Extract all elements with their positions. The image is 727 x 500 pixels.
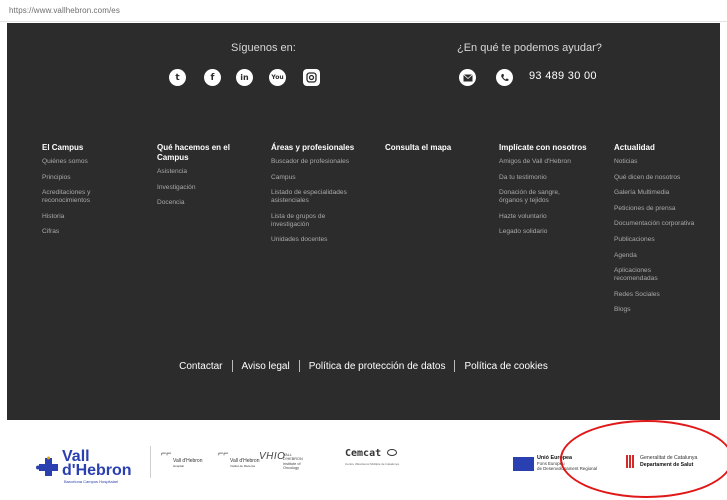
footer-link[interactable]: Hazte voluntario [499, 213, 603, 221]
institute-mark-icon: ⌐⌐ [218, 448, 229, 458]
instagram-icon[interactable] [303, 69, 320, 86]
footer-link[interactable]: Amigos de Vall d'Hebron [499, 158, 603, 166]
footer-link[interactable]: Publicaciones [614, 236, 718, 244]
social-title: Síguenos en: [231, 42, 296, 54]
footer-link[interactable]: Da tu testimonio [499, 174, 603, 182]
footer-link[interactable]: Noticias [614, 158, 718, 166]
phone-icon[interactable] [496, 69, 513, 86]
footer-link[interactable]: Acreditaciones y reconocimientos [42, 189, 112, 205]
column-heading: Implícate con nosotros [499, 143, 587, 152]
hospital-mark-icon: ⌐⌐ [161, 448, 172, 458]
footer-link[interactable]: Agenda [614, 252, 718, 260]
footer-link[interactable]: Listado de especialidades asistenciales [271, 189, 363, 205]
footer-link[interactable]: Docencia [157, 199, 247, 207]
footer-column-campus: El Campus Quiénes somos Principios Acred… [42, 143, 146, 244]
youtube-icon[interactable]: You [269, 69, 286, 86]
url-text: https://www.vallhebron.com/es [9, 6, 120, 15]
cemcat-mark-icon [387, 449, 398, 456]
footer-link[interactable]: Aplicaciones recomendadas [614, 267, 674, 283]
footer-column-que-hacemos: Qué hacemos en el Campus Asistencia Inve… [157, 143, 247, 215]
footer-column-actualidad: Actualidad Noticias Qué dicen de nosotro… [614, 143, 718, 322]
vhio-subtitle: VALL D'HEBRON Institute of Oncology [283, 453, 303, 470]
cookie-policy-link[interactable]: Política de cookies [464, 361, 547, 372]
eu-flag-icon [513, 457, 534, 471]
column-heading: Actualidad [614, 143, 655, 152]
twitter-icon[interactable]: t [169, 69, 186, 86]
linkedin-icon[interactable]: in [236, 69, 253, 86]
facebook-icon[interactable]: f [204, 69, 221, 86]
footer-link[interactable]: Buscador de profesionales [271, 158, 375, 166]
vall-hebron-name: Vall d'Hebron [62, 448, 132, 479]
footer-link[interactable]: Documentación corporativa [614, 220, 718, 228]
vhio-logo[interactable]: VHIO [259, 451, 285, 462]
cemcat-logo[interactable]: Cemcat [345, 448, 398, 459]
column-heading: El Campus [42, 143, 84, 152]
footer-link[interactable]: Donación de sangre, órganos y tejidos [499, 189, 579, 205]
cemcat-subtitle: Centre d'Esclerosi Múltiple de Catalunya [345, 462, 399, 466]
footer-link[interactable]: Quiénes somos [42, 158, 146, 166]
footer-link[interactable]: Legado solidario [499, 228, 603, 236]
footer-link[interactable]: Unidades docentes [271, 236, 375, 244]
legal-notice-link[interactable]: Aviso legal [242, 361, 290, 372]
footer-link[interactable]: Historia [42, 213, 146, 221]
footer-link[interactable]: Cifras [42, 228, 146, 236]
map-link[interactable]: Consulta el mapa [385, 143, 489, 153]
footer-link[interactable]: Galería Multimedia [614, 189, 718, 197]
address-bar[interactable]: https://www.vallhebron.com/es [0, 0, 727, 22]
footer-column-mapa: Consulta el mapa [385, 143, 489, 158]
footer-link[interactable]: Campus [271, 174, 375, 182]
column-heading: Áreas y profesionales [271, 143, 355, 152]
footer-link[interactable]: Peticiones de prensa [614, 205, 718, 213]
footer-link[interactable]: Investigación [157, 184, 247, 192]
footer-link[interactable]: Lista de grupos de investigación [271, 213, 345, 229]
footer-link[interactable]: Redes Sociales [614, 291, 718, 299]
site-footer: Síguenos en: t f in You ¿En qué te podem… [7, 23, 720, 420]
email-icon[interactable] [459, 69, 476, 86]
footer-link[interactable]: Qué dicen de nosotros [614, 174, 718, 182]
privacy-policy-link[interactable]: Política de protección de datos [309, 361, 446, 372]
footer-column-implicate: Implícate con nosotros Amigos de Vall d'… [499, 143, 603, 244]
divider [454, 360, 456, 372]
help-title: ¿En qué te podemos ayudar? [457, 42, 602, 54]
vall-hebron-subtitle: Barcelona Campus Hospitalari [64, 479, 119, 484]
contact-link[interactable]: Contactar [179, 361, 222, 372]
phone-number[interactable]: 93 489 30 00 [529, 70, 597, 82]
logo-divider [150, 446, 151, 478]
footer-link[interactable]: Blogs [614, 306, 718, 314]
column-heading: Qué hacemos en el Campus [157, 143, 230, 162]
footer-link[interactable]: Principios [42, 174, 146, 182]
divider [298, 360, 300, 372]
vall-hebron-cross-icon [36, 456, 58, 476]
footer-column-areas: Áreas y profesionales Buscador de profes… [271, 143, 375, 252]
red-annotation-circle [560, 420, 727, 498]
legal-links: Contactar Aviso legal Política de protecci… [7, 360, 720, 372]
footer-link[interactable]: Asistencia [157, 168, 247, 176]
divider [231, 360, 233, 372]
